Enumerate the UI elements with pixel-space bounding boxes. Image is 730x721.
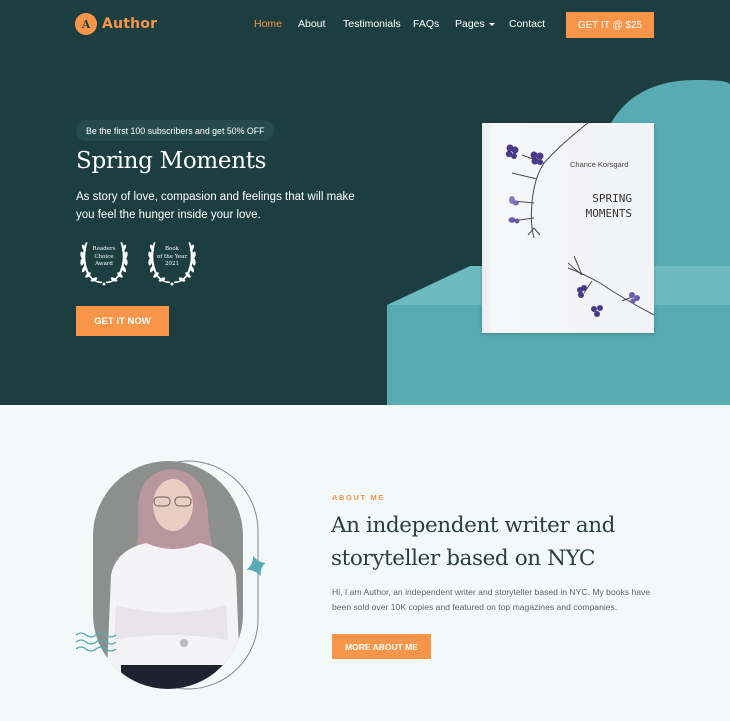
about-section: ABOUT ME An independent writer and story… bbox=[0, 405, 730, 721]
nav-pages[interactable]: Pages bbox=[455, 18, 495, 30]
book-title: SPRING MOMENTS bbox=[585, 192, 632, 220]
book-author: Chance Korsgard bbox=[570, 160, 629, 169]
nav-home[interactable]: Home bbox=[254, 18, 282, 30]
logo-badge-icon: A bbox=[76, 14, 96, 34]
caret-down-icon bbox=[488, 22, 495, 26]
about-description: Hi, I am Author, an independent writer a… bbox=[332, 587, 651, 612]
nav-pages-label: Pages bbox=[455, 18, 485, 30]
hero-section: A Author Home About Testimonials FAQs Pa… bbox=[0, 0, 730, 405]
author-portrait bbox=[75, 460, 266, 690]
flower-branch-illustration bbox=[505, 123, 654, 317]
navbar: A Author Home About Testimonials FAQs Pa… bbox=[0, 0, 730, 50]
nav-faqs[interactable]: FAQs bbox=[413, 18, 439, 30]
logo[interactable]: A Author bbox=[76, 14, 157, 34]
award-text: Book of the Year 2021 bbox=[156, 246, 188, 267]
nav-about[interactable]: About bbox=[298, 18, 325, 30]
about-label: ABOUT ME bbox=[332, 493, 385, 502]
get-it-now-button[interactable]: GET IT NOW bbox=[76, 306, 169, 336]
book-cover[interactable]: Chance Korsgard SPRING MOMENTS bbox=[482, 123, 654, 333]
award-text: Readers Choice Award bbox=[92, 246, 116, 267]
logo-text: Author bbox=[102, 16, 158, 32]
about-title: An independent writer and storyteller ba… bbox=[331, 513, 616, 571]
hero-description: As story of love, compasion and feelings… bbox=[76, 191, 355, 221]
get-it-button[interactable]: GET IT @ $25 bbox=[566, 12, 654, 38]
award-readers-choice: Readers Choice Award bbox=[76, 236, 132, 288]
more-about-me-button[interactable]: MORE ABOUT ME bbox=[332, 634, 431, 659]
nav-testimonials[interactable]: Testimonials bbox=[343, 18, 401, 30]
nav-contact[interactable]: Contact bbox=[509, 18, 545, 30]
sparkle-star-icon bbox=[246, 555, 266, 577]
author-photo bbox=[93, 461, 243, 689]
award-book-of-year: Book of the Year 2021 bbox=[144, 236, 200, 288]
author-portrait-group bbox=[75, 455, 276, 695]
hero-title: Spring Moments bbox=[76, 148, 267, 174]
promo-badge: Be the first 100 subscribers and get 50%… bbox=[76, 120, 275, 141]
